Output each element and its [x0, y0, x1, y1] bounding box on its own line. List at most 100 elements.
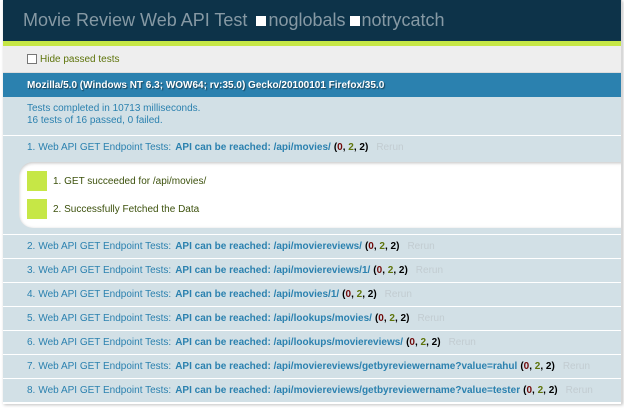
assert-message: 2. Successfully Fetched the Data — [53, 203, 200, 215]
test-counts: (0, 2, 2) — [333, 142, 369, 153]
rerun-link[interactable]: Rerun — [407, 241, 434, 252]
rerun-link[interactable]: Rerun — [563, 361, 590, 372]
rerun-link[interactable]: Rerun — [417, 313, 444, 324]
user-agent-bar: Mozilla/5.0 (Windows NT 6.3; WOW64; rv:3… — [3, 73, 621, 97]
page-title: Movie Review Web API Test — [23, 10, 248, 30]
test-header[interactable]: 5. Web API GET Endpoint Tests: API can be … — [27, 307, 621, 330]
total-count: 2 — [400, 313, 407, 324]
test-counts: (0, 2, 2) — [523, 385, 558, 396]
toolbar: Hide passed tests — [3, 46, 621, 73]
assert-item: 2. Successfully Fetched the Data — [27, 196, 621, 222]
failed-count: 0 — [376, 265, 383, 276]
test-name: API can be reached: /api/movies/ — [175, 142, 331, 153]
test-item[interactable]: 2. Web API GET Endpoint Tests: API can be … — [3, 235, 621, 259]
test-list: 1. Web API GET Endpoint Tests: API can be … — [3, 136, 621, 403]
passed-count: 2 — [389, 313, 395, 324]
test-number: 3. — [27, 265, 36, 276]
test-number: 4. — [27, 289, 36, 300]
test-item[interactable]: 6. Web API GET Endpoint Tests: API can be … — [3, 331, 621, 355]
qunit-window: Movie Review Web API Test noglobals notr… — [3, 0, 622, 404]
test-header[interactable]: 6. Web API GET Endpoint Tests: API can be … — [27, 331, 621, 354]
test-item[interactable]: 7. Web API GET Endpoint Tests: API can be … — [3, 355, 621, 379]
pass-status-icon — [27, 199, 47, 219]
test-name: API can be reached: /api/moviereviews/ge… — [175, 385, 521, 396]
test-header[interactable]: 1. Web API GET Endpoint Tests: API can be … — [27, 136, 621, 159]
passed-count: 2 — [356, 289, 363, 300]
assert-list: 1. GET succeeded for /api/movies/2. Succ… — [19, 162, 621, 228]
test-item[interactable]: 1. Web API GET Endpoint Tests: API can be … — [3, 136, 621, 235]
noglobals-checkbox[interactable] — [256, 15, 267, 26]
rerun-link[interactable]: Rerun — [385, 289, 412, 300]
test-module-name: Web API GET Endpoint Tests: — [38, 337, 172, 348]
test-name: API can be reached: /api/movies/1/ — [175, 289, 340, 300]
passed-count: 2 — [387, 265, 394, 276]
test-counts: (0, 2, 2) — [406, 337, 441, 348]
test-counts: (0, 2, 2) — [364, 241, 400, 252]
test-header[interactable]: 7. Web API GET Endpoint Tests: API can be … — [27, 355, 621, 378]
test-counts: (0, 2, 2) — [342, 289, 377, 300]
test-counts: (0, 2, 2) — [373, 265, 408, 276]
test-name: API can be reached: /api/lookups/movies/ — [175, 313, 372, 324]
page-header: Movie Review Web API Test noglobals notr… — [3, 0, 621, 46]
passed-count: 2 — [420, 337, 427, 348]
failed-count: 0 — [368, 241, 374, 252]
noglobals-label[interactable]: noglobals — [268, 10, 345, 31]
test-header[interactable]: 2. Web API GET Endpoint Tests: API can be … — [27, 235, 621, 258]
test-item[interactable]: 5. Web API GET Endpoint Tests: API can be … — [3, 307, 621, 331]
passed-count: 2 — [379, 241, 385, 252]
failed-count: 0 — [409, 337, 415, 348]
total-count: 2 — [359, 142, 365, 153]
test-item[interactable]: 3. Web API GET Endpoint Tests: API can be … — [3, 259, 621, 283]
total-count: 2 — [398, 265, 405, 276]
failed-count: 0 — [523, 361, 530, 372]
test-item[interactable]: 4. Web API GET Endpoint Tests: API can be … — [3, 283, 621, 307]
total-count: 2 — [545, 361, 552, 372]
test-name: API can be reached: /api/moviereviews/1/ — [175, 265, 371, 276]
test-module-name: Web API GET Endpoint Tests: — [38, 361, 172, 372]
test-item[interactable]: 8. Web API GET Endpoint Tests: API can be … — [3, 379, 621, 403]
total-count: 2 — [390, 241, 397, 252]
test-number: 5. — [27, 313, 36, 324]
pass-status-icon — [27, 171, 47, 191]
test-number: 6. — [27, 337, 36, 348]
notrycatch-label[interactable]: notrycatch — [362, 10, 445, 31]
rerun-link[interactable]: Rerun — [416, 265, 443, 276]
test-number: 1. — [27, 142, 36, 153]
hide-passed-label[interactable]: Hide passed tests — [40, 54, 120, 65]
failed-count: 0 — [378, 313, 384, 324]
hide-passed-option[interactable]: Hide passed tests — [27, 54, 120, 65]
rerun-link[interactable]: Rerun — [566, 385, 593, 396]
assert-item: 1. GET succeeded for /api/movies/ — [27, 168, 621, 194]
test-module-name: Web API GET Endpoint Tests: — [38, 313, 172, 324]
test-number: 7. — [27, 361, 36, 372]
hide-passed-checkbox[interactable] — [27, 54, 37, 64]
test-number: 8. — [27, 385, 36, 396]
test-counts: (0, 2, 2) — [520, 361, 555, 372]
failed-count: 0 — [526, 385, 532, 396]
test-module-name: Web API GET Endpoint Tests: — [38, 265, 172, 276]
notrycatch-checkbox[interactable] — [349, 15, 360, 26]
total-count: 2 — [367, 289, 374, 300]
test-module-name: Web API GET Endpoint Tests: — [38, 289, 172, 300]
rerun-link[interactable]: Rerun — [449, 337, 476, 348]
assert-message: 1. GET succeeded for /api/movies/ — [53, 175, 207, 187]
total-count: 2 — [431, 337, 438, 348]
passed-count: 2 — [537, 385, 544, 396]
failed-count: 0 — [345, 289, 352, 300]
passed-count: 2 — [534, 361, 541, 372]
test-header[interactable]: 4. Web API GET Endpoint Tests: API can be … — [27, 283, 621, 306]
test-module-name: Web API GET Endpoint Tests: — [38, 142, 172, 153]
test-name: API can be reached: /api/moviereviews/ — [175, 241, 362, 252]
test-number: 2. — [27, 241, 36, 252]
test-name: API can be reached: /api/lookups/moviere… — [175, 337, 404, 348]
rerun-link[interactable]: Rerun — [376, 142, 403, 153]
test-name: API can be reached: /api/moviereviews/ge… — [175, 361, 518, 372]
pass-count-text: 16 tests of 16 passed, 0 failed. — [27, 115, 163, 126]
total-count: 2 — [548, 385, 555, 396]
test-header[interactable]: 8. Web API GET Endpoint Tests: API can be … — [27, 379, 621, 402]
test-counts: (0, 2, 2) — [374, 313, 410, 324]
noglobals-option[interactable]: noglobals — [256, 10, 346, 31]
completion-time-text: Tests completed in 10713 milliseconds. — [27, 103, 201, 114]
test-header[interactable]: 3. Web API GET Endpoint Tests: API can be … — [27, 259, 621, 282]
notrycatch-option[interactable]: notrycatch — [349, 10, 445, 31]
